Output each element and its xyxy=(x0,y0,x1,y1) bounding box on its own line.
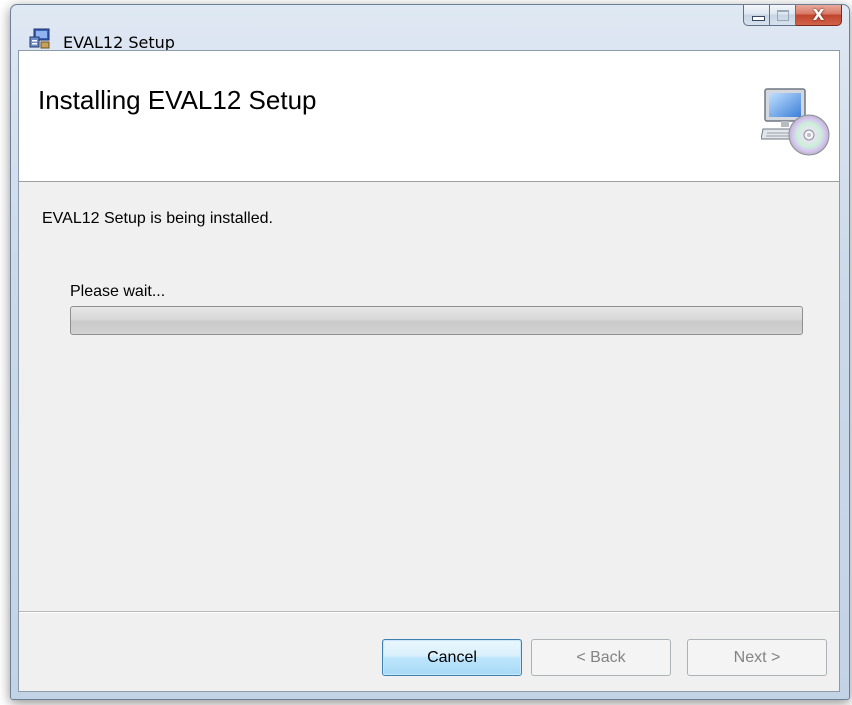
maximize-button[interactable] xyxy=(770,5,796,26)
maximize-icon xyxy=(777,10,789,21)
please-wait-label: Please wait... xyxy=(70,283,166,300)
title-bar[interactable]: EVAL12 Setup X xyxy=(11,5,849,52)
banner-title: Installing EVAL12 Setup xyxy=(38,85,317,115)
minimize-icon xyxy=(752,16,765,21)
dialog-client-area: Installing EVAL12 Setup EVAL12 Setup is … xyxy=(18,50,840,692)
close-icon: X xyxy=(812,6,825,24)
back-button[interactable]: < Back xyxy=(531,639,671,676)
caption-buttons: X xyxy=(743,5,842,27)
next-button[interactable]: Next > xyxy=(687,639,827,676)
footer-divider xyxy=(19,611,839,613)
minimize-button[interactable] xyxy=(743,5,770,26)
install-status-text: EVAL12 Setup is being installed. xyxy=(42,210,273,227)
install-progress-bar xyxy=(70,306,803,335)
installer-icon xyxy=(29,28,50,49)
setup-window: EVAL12 Setup X Installing EVAL12 Setup E… xyxy=(10,4,850,700)
close-button[interactable]: X xyxy=(796,5,842,26)
cancel-button[interactable]: Cancel xyxy=(382,639,522,676)
header-banner: Installing EVAL12 Setup xyxy=(19,51,839,182)
computer-cd-icon xyxy=(761,88,830,156)
